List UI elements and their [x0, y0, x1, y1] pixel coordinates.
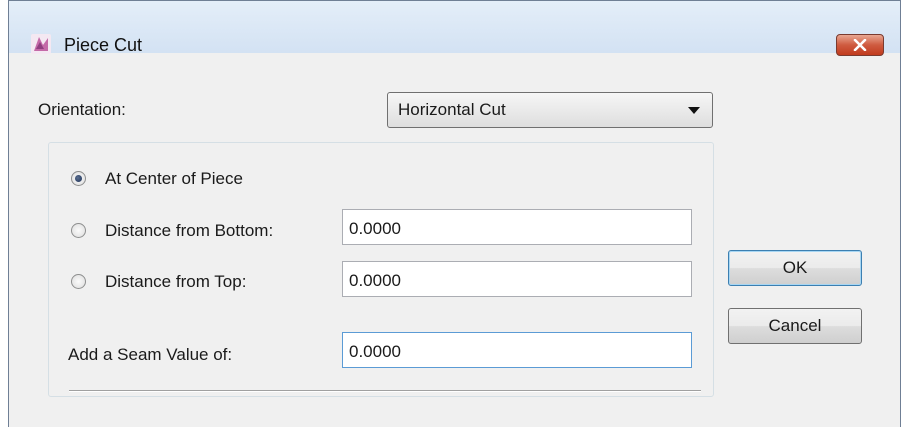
cancel-button[interactable]: Cancel: [728, 308, 862, 344]
distance-from-top-input[interactable]: 0.0000: [342, 261, 692, 297]
ok-button[interactable]: OK: [728, 250, 862, 286]
distance-from-bottom-value: 0.0000: [349, 219, 401, 238]
ok-button-label: OK: [782, 258, 808, 277]
distance-from-top-label[interactable]: Distance from Top:: [105, 272, 246, 292]
radio-at-center[interactable]: [71, 171, 86, 186]
seam-value: 0.0000: [349, 342, 401, 361]
orientation-selected-value: Horizontal Cut: [398, 100, 506, 119]
piece-cut-app-icon: [31, 34, 51, 54]
orientation-label: Orientation:: [38, 100, 126, 119]
close-icon: [853, 39, 867, 51]
distance-from-top-value: 0.0000: [349, 271, 401, 290]
close-button[interactable]: [836, 34, 884, 56]
piece-cut-dialog: Piece Cut Orientation: Horizontal Cut At…: [8, 0, 901, 427]
at-center-label[interactable]: At Center of Piece: [105, 169, 243, 189]
seam-value-input[interactable]: 0.0000: [342, 332, 692, 368]
radio-distance-from-top[interactable]: [71, 274, 86, 289]
distance-from-bottom-label[interactable]: Distance from Bottom:: [105, 221, 273, 241]
group-divider: [69, 390, 701, 392]
distance-from-bottom-input[interactable]: 0.0000: [342, 209, 692, 245]
chevron-down-icon: [688, 107, 700, 114]
dialog-body: Orientation: Horizontal Cut At Center of…: [9, 63, 900, 427]
title-bar[interactable]: Piece Cut: [9, 1, 900, 56]
radio-distance-from-bottom[interactable]: [71, 223, 86, 238]
cancel-button-label: Cancel: [768, 316, 822, 335]
seam-value-label: Add a Seam Value of:: [68, 345, 233, 364]
window-title: Piece Cut: [64, 35, 143, 55]
orientation-dropdown[interactable]: Horizontal Cut: [387, 92, 713, 128]
cut-position-group: At Center of Piece Distance from Bottom:…: [48, 142, 714, 397]
